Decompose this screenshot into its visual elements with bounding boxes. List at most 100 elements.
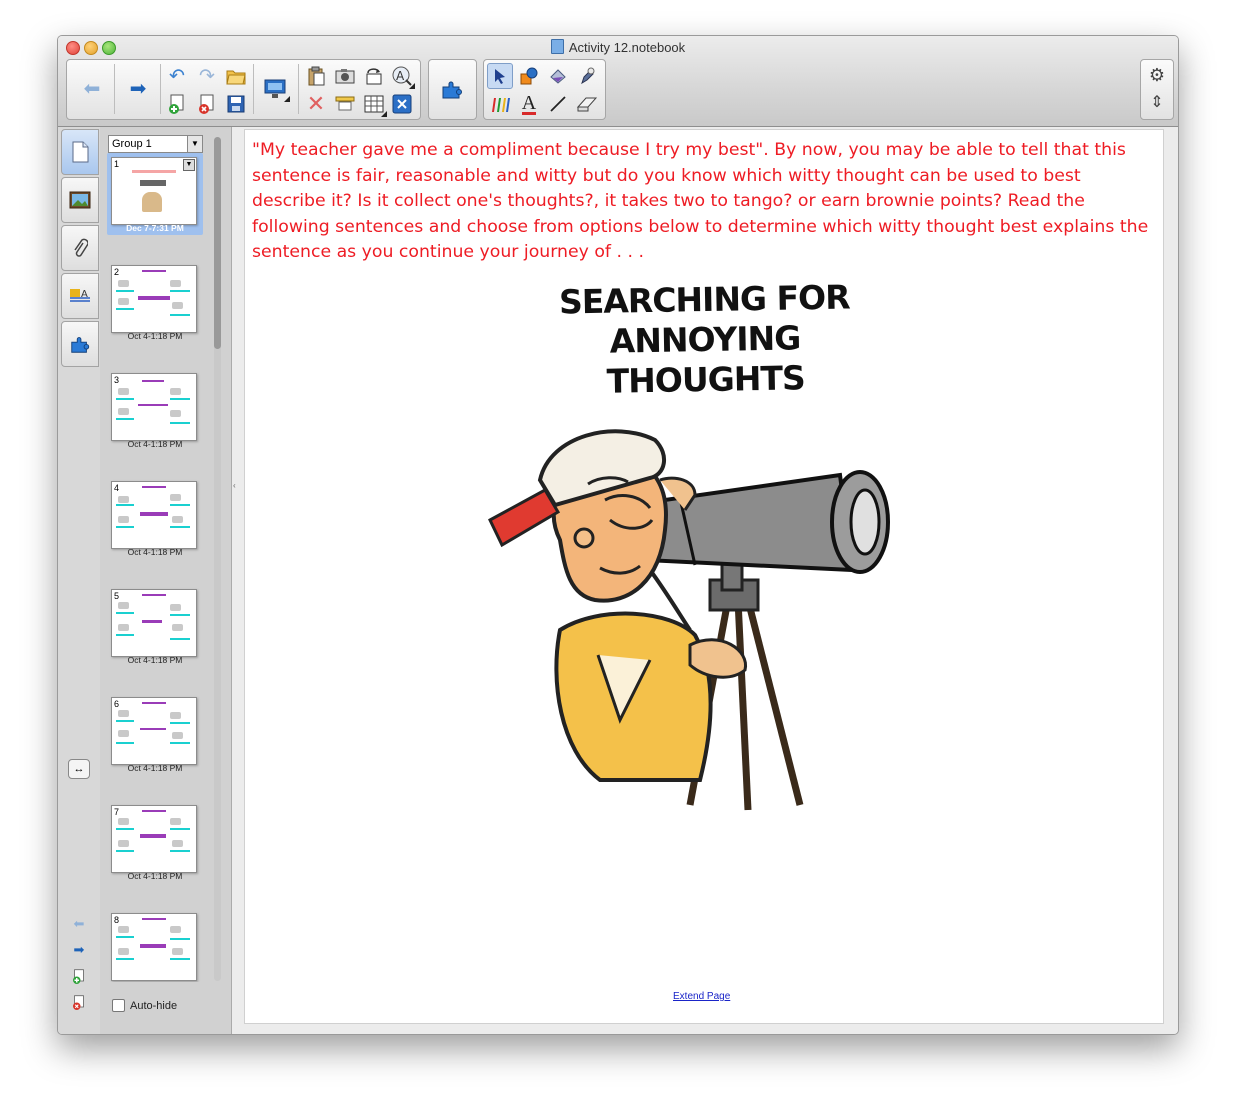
page-thumbnail[interactable]: 6 Oct 4-1:18 PM (107, 693, 203, 775)
recognize-dropdown-icon[interactable] (409, 83, 415, 89)
page-number: 3 (114, 375, 120, 385)
paste-icon[interactable] (303, 63, 329, 89)
page-thumbnail[interactable]: 8 (107, 909, 203, 991)
table-icon[interactable] (361, 91, 387, 117)
group-select[interactable]: Group 1 ▼ (108, 135, 203, 153)
page-thumbnail[interactable]: 3 Oct 4-1:18 PM (107, 369, 203, 451)
page-sorter-panel: Group 1 ▼ 1 ▼ Dec 7-7:31 PM 2 Oct 4-1:18… (100, 127, 232, 1034)
page-thumbnail-image: 5 (111, 589, 197, 657)
sidebar-delete-page-icon[interactable] (70, 993, 88, 1011)
shapes-icon[interactable] (516, 63, 542, 89)
page-number: 8 (114, 915, 120, 925)
screen-shade-icon[interactable] (260, 76, 290, 102)
title-bar: Activity 12.notebook ⬅ ➡ ↶ ↷ A ✕ A ⚙ ⇕ (58, 36, 1178, 127)
svg-text:A: A (81, 289, 88, 300)
undo-icon[interactable]: ↶ (164, 63, 190, 89)
recognize-icon[interactable]: A (389, 63, 415, 89)
page-date: Oct 4-1:18 PM (127, 331, 183, 341)
page-date: Dec 7-7:31 PM (126, 223, 184, 233)
add-page-icon[interactable] (164, 91, 190, 117)
page-date: Oct 4-1:18 PM (127, 655, 183, 665)
gallery-icon (69, 191, 91, 209)
chevron-down-icon[interactable]: ▼ (187, 136, 202, 152)
sidebar-forward-icon[interactable]: ➡ (70, 941, 88, 959)
page-sorter-tab[interactable] (61, 129, 99, 175)
pens-icon[interactable] (487, 91, 513, 117)
page-number: 1 (114, 159, 120, 169)
page-thumbnail[interactable]: 7 Oct 4-1:18 PM (107, 801, 203, 883)
sorter-scrollbar[interactable] (214, 137, 221, 981)
notebook-file-icon (550, 39, 564, 54)
line-icon[interactable] (545, 91, 571, 117)
page-thumbnail-image: 4 (111, 481, 197, 549)
fill-icon[interactable] (545, 63, 571, 89)
magic-pen-icon[interactable] (574, 63, 600, 89)
cartoon-title-line1: SEARCHING FOR (558, 277, 850, 322)
paperclip-icon (74, 238, 88, 257)
autohide-option[interactable]: Auto-hide (112, 999, 177, 1012)
move-toolbar-icon[interactable]: ⇕ (1144, 90, 1170, 116)
forward-arrow-icon[interactable]: ➡ (123, 76, 153, 102)
toolbar-addons-group (428, 59, 477, 120)
page-thumbnail[interactable]: 4 Oct 4-1:18 PM (107, 477, 203, 559)
page-thumbnail[interactable]: 2 Oct 4-1:18 PM (107, 261, 203, 343)
notebook-window: Activity 12.notebook ⬅ ➡ ↶ ↷ A ✕ A ⚙ ⇕ A… (57, 35, 1179, 1035)
delete-icon[interactable]: ✕ (303, 91, 329, 117)
page-thumbnail-image: 6 (111, 697, 197, 765)
page-number: 2 (114, 267, 120, 277)
telescope-cartoon-image[interactable] (480, 420, 910, 820)
extend-page-link[interactable]: Extend Page (673, 991, 730, 1002)
rotate-icon[interactable] (361, 63, 387, 89)
settings-icon[interactable]: ⚙ (1144, 62, 1170, 88)
page-sorter-icon (72, 141, 89, 163)
page-thumbnail-image: 7 (111, 805, 197, 873)
page-menu-chevron-icon[interactable]: ▼ (183, 159, 195, 171)
save-icon[interactable] (223, 91, 249, 117)
side-tabs: A ↔ ⬅ ➡ (58, 127, 101, 1034)
eraser-icon[interactable] (574, 91, 600, 117)
sidebar-add-page-icon[interactable] (70, 967, 88, 985)
cartoon-title-line2: ANNOYING THOUGHTS (606, 318, 805, 401)
sorter-scroll-thumb[interactable] (214, 137, 221, 349)
panel-resize-handle[interactable]: ‹ (233, 481, 239, 491)
select-icon[interactable] (487, 63, 513, 89)
autohide-label: Auto-hide (130, 999, 178, 1012)
window-title: Activity 12.notebook (568, 40, 686, 55)
page-date: Oct 4-1:18 PM (127, 871, 183, 881)
page-number: 6 (114, 699, 120, 709)
addons-icon[interactable] (439, 76, 465, 102)
attachments-tab[interactable] (61, 225, 99, 271)
redo-icon[interactable]: ↷ (194, 63, 220, 89)
table-dropdown-icon[interactable] (381, 111, 387, 117)
instruction-text[interactable]: "My teacher gave me a compliment because… (252, 138, 1157, 266)
page-number: 7 (114, 807, 120, 817)
screen-capture-icon[interactable] (332, 63, 358, 89)
addons-tab[interactable] (61, 321, 99, 367)
open-file-icon[interactable] (223, 63, 249, 89)
toolbar-tools-group: A (483, 59, 606, 120)
fullscreen-icon[interactable] (332, 91, 358, 117)
text-icon[interactable]: A (516, 91, 542, 117)
page-number: 4 (114, 483, 120, 493)
page-thumbnail-image: 8 (111, 913, 197, 981)
delete-page-icon[interactable] (194, 91, 220, 117)
autohide-checkbox[interactable] (112, 999, 125, 1012)
svg-text:A: A (396, 69, 405, 83)
move-sidebar-button[interactable]: ↔ (68, 759, 90, 779)
screen-shade-dropdown-icon[interactable] (284, 96, 290, 102)
sidebar-back-icon[interactable]: ⬅ (70, 915, 88, 933)
page-date: Oct 4-1:18 PM (127, 439, 183, 449)
page-thumbnail[interactable]: 1 ▼ Dec 7-7:31 PM (107, 153, 203, 235)
page-thumbnail[interactable]: 5 Oct 4-1:18 PM (107, 585, 203, 667)
notebook-page[interactable]: "My teacher gave me a compliment because… (244, 129, 1164, 1024)
page-number: 5 (114, 591, 120, 601)
addons-puzzle-icon (71, 337, 90, 353)
gallery-tab[interactable] (61, 177, 99, 223)
page-thumbnail-image: 3 (111, 373, 197, 441)
page-thumbnail-image: 1 ▼ (111, 157, 197, 225)
toolbar-settings-group: ⚙ ⇕ (1140, 59, 1174, 120)
properties-tab[interactable]: A (61, 273, 99, 319)
clear-icon[interactable] (389, 91, 415, 117)
page-date: Oct 4-1:18 PM (127, 547, 183, 557)
back-arrow-icon[interactable]: ⬅ (77, 76, 107, 102)
